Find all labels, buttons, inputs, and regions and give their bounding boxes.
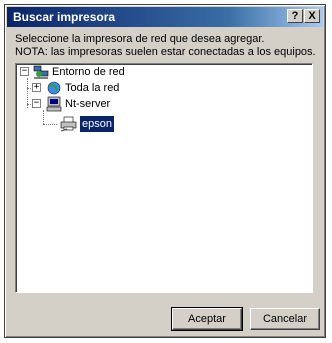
collapse-toggle[interactable]: −	[32, 99, 41, 108]
printer-icon	[60, 116, 78, 137]
tree-line	[43, 124, 57, 125]
ok-button[interactable]: Aceptar	[171, 307, 243, 331]
computer-icon	[46, 96, 62, 117]
title-bar[interactable]: Buscar impresora ? X	[7, 7, 323, 27]
instructions: Seleccione la impresora de red que desea…	[15, 33, 320, 59]
close-button[interactable]: X	[304, 9, 320, 23]
instruction-line-1: Seleccione la impresora de red que desea…	[15, 33, 265, 45]
tree-item-label: Nt-server	[65, 98, 111, 110]
collapse-toggle[interactable]: −	[20, 67, 29, 76]
tree-item-label: Entorno de red	[52, 66, 125, 78]
tree-item-label: epson	[80, 116, 114, 132]
tree-line	[43, 110, 44, 124]
network-tree[interactable]: − Entorno de red + Toda la red − Nt-serv…	[15, 63, 313, 293]
tree-item-label: Toda la red	[65, 82, 120, 94]
cancel-button[interactable]: Cancelar	[250, 308, 320, 330]
window-title: Buscar impresora	[13, 10, 116, 24]
help-button[interactable]: ?	[287, 9, 303, 23]
expand-toggle[interactable]: +	[32, 83, 41, 92]
instruction-line-2: NOTA: las impresoras suelen estar conect…	[15, 46, 316, 58]
find-printer-dialog: Buscar impresora ? X Seleccione la impre…	[4, 4, 326, 338]
